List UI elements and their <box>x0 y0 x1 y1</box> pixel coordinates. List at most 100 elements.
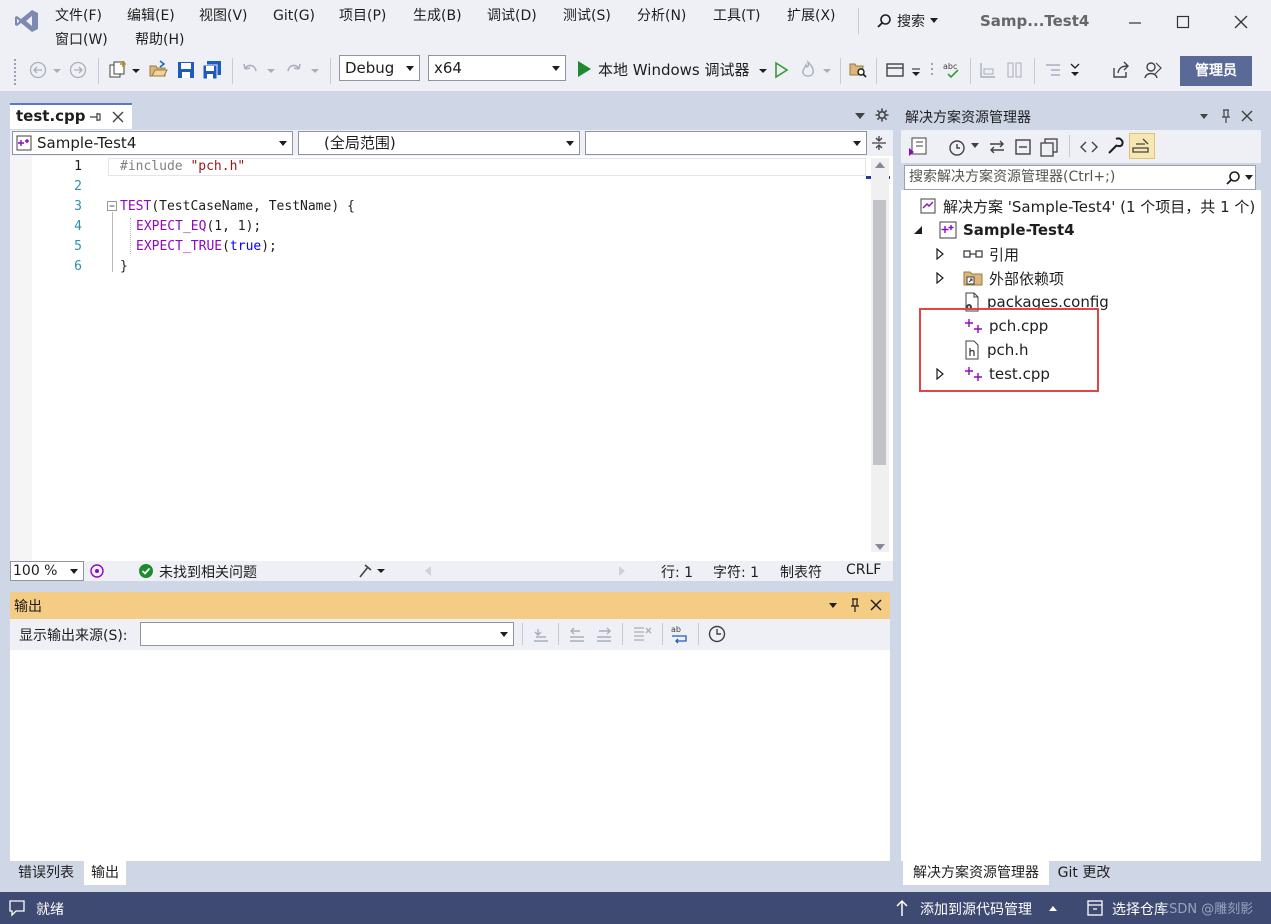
find-in-files-button[interactable] <box>848 60 868 80</box>
menu-test[interactable]: 测试(S) <box>563 6 611 26</box>
tree-item-external-dependencies[interactable]: 外部依赖项 <box>935 266 1064 290</box>
live-share-button[interactable] <box>1111 60 1131 80</box>
comment-button[interactable] <box>978 60 998 80</box>
new-project-button[interactable] <box>108 60 128 80</box>
menu-tools[interactable]: 工具(T) <box>713 6 760 26</box>
feedback-button[interactable] <box>1143 60 1163 80</box>
redo-button[interactable] <box>284 60 304 80</box>
scroll-down-icon[interactable] <box>874 542 886 552</box>
maximize-button[interactable] <box>1173 12 1193 32</box>
clock-icon[interactable] <box>707 624 727 644</box>
chevron-down-icon[interactable] <box>828 600 838 610</box>
save-button[interactable] <box>176 60 196 80</box>
line-ending-indicator[interactable]: CRLF <box>846 562 881 578</box>
debugger-dropdown[interactable] <box>758 60 768 80</box>
menu-git[interactable]: Git(G) <box>273 6 315 26</box>
notification-icon[interactable] <box>8 899 26 917</box>
undo-button[interactable] <box>240 60 260 80</box>
tab-mode-indicator[interactable]: 制表符 <box>780 562 822 582</box>
back-dropdown[interactable] <box>52 60 62 80</box>
close-icon[interactable] <box>111 110 125 124</box>
pending-changes-filter-icon[interactable] <box>947 137 967 157</box>
line-indicator[interactable]: 行: 1 <box>661 562 693 582</box>
scope-navigation-select[interactable]: (全局范围) <box>298 131 580 155</box>
undo-dropdown[interactable] <box>266 60 276 80</box>
tab-test-cpp[interactable]: test.cpp <box>10 103 132 129</box>
toolbar-grip[interactable] <box>928 60 936 80</box>
window-layout-dropdown[interactable] <box>909 60 923 80</box>
intellicode-icon[interactable] <box>89 563 105 579</box>
search-icon[interactable] <box>1225 170 1241 186</box>
member-navigation-select[interactable] <box>585 131 867 155</box>
tree-item-solution[interactable]: 解决方案 'Sample-Test4' (1 个项目，共 1 个) <box>919 194 1255 218</box>
navigate-forward-button[interactable] <box>68 60 88 80</box>
zoom-select[interactable]: 100 % <box>10 561 84 581</box>
toolbar-options-dropdown[interactable] <box>1068 60 1082 80</box>
project-navigation-select[interactable]: Sample-Test4 <box>12 131 293 155</box>
close-icon[interactable] <box>1240 109 1254 123</box>
scroll-left-icon[interactable] <box>424 566 432 576</box>
hot-reload-dropdown[interactable] <box>822 60 832 80</box>
navigate-back-button[interactable] <box>28 60 48 80</box>
start-debugging-button[interactable]: 本地 Windows 调试器 <box>576 58 750 80</box>
spell-check-button[interactable]: abc <box>942 60 962 80</box>
issues-status[interactable]: 未找到相关问题 <box>159 562 257 582</box>
gear-icon[interactable] <box>875 108 889 122</box>
close-window-button[interactable] <box>1231 12 1251 32</box>
close-icon[interactable] <box>869 598 883 612</box>
solution-explorer-search-input[interactable]: 搜索解决方案资源管理器(Ctrl+;) <box>904 165 1256 190</box>
redo-dropdown[interactable] <box>310 60 320 80</box>
save-all-button[interactable] <box>202 60 222 80</box>
scroll-right-icon[interactable] <box>618 566 626 576</box>
administrator-badge[interactable]: 管理员 <box>1180 56 1252 86</box>
properties-wrench-icon[interactable] <box>1106 136 1126 156</box>
word-wrap-icon[interactable]: ab <box>670 624 690 644</box>
menu-file[interactable]: 文件(F) <box>55 6 102 26</box>
search-button[interactable]: 搜索 <box>876 10 938 32</box>
menu-view[interactable]: 视图(V) <box>199 6 248 26</box>
chevron-down-icon[interactable] <box>971 142 979 150</box>
menu-debug[interactable]: 调试(D) <box>487 6 537 26</box>
previous-message-icon[interactable] <box>568 625 586 643</box>
chevron-down-icon[interactable] <box>1245 174 1253 182</box>
pin-icon[interactable] <box>848 597 862 613</box>
sync-with-document-icon[interactable] <box>987 137 1007 157</box>
tree-item-project[interactable]: Sample-Test4 <box>913 218 1075 242</box>
solution-configuration-select[interactable]: Debug <box>339 55 420 81</box>
tab-output[interactable]: 输出 <box>84 861 126 885</box>
menu-edit[interactable]: 编辑(E) <box>127 6 175 26</box>
char-indicator[interactable]: 字符: 1 <box>713 562 759 582</box>
find-message-icon[interactable] <box>532 625 550 643</box>
code-view-icon[interactable] <box>1079 137 1099 157</box>
show-all-files-icon[interactable] <box>1039 137 1059 157</box>
new-item-dropdown[interactable] <box>131 60 141 80</box>
menu-project[interactable]: 项目(P) <box>339 6 386 26</box>
decrease-indent-button[interactable] <box>1043 60 1063 80</box>
chevron-down-icon[interactable] <box>1199 111 1209 121</box>
code-editor[interactable]: 1 2 3 4 5 6 #include "pch.h" TEST(TestCa… <box>10 156 893 561</box>
scroll-up-icon[interactable] <box>874 160 886 170</box>
add-to-source-control-button[interactable]: 添加到源代码管理 <box>920 899 1032 919</box>
pin-icon[interactable] <box>88 110 102 124</box>
pin-icon[interactable] <box>1219 108 1233 124</box>
start-without-debugging-button[interactable] <box>771 60 791 80</box>
editor-scrollbar-thumb[interactable] <box>873 200 886 465</box>
tab-solution-explorer[interactable]: 解决方案资源管理器 <box>903 861 1049 885</box>
menu-analyze[interactable]: 分析(N) <box>637 6 686 26</box>
uncomment-button[interactable] <box>1005 60 1025 80</box>
tree-item-references[interactable]: 引用 <box>935 242 1019 266</box>
split-editor-icon[interactable] <box>872 135 886 151</box>
tab-git-changes[interactable]: Git 更改 <box>1051 861 1117 885</box>
output-source-select[interactable] <box>140 622 514 646</box>
open-file-button[interactable] <box>148 60 168 80</box>
menu-build[interactable]: 生成(B) <box>413 6 462 26</box>
tab-list-dropdown-icon[interactable] <box>854 110 866 122</box>
next-message-icon[interactable] <box>595 625 613 643</box>
tab-error-list[interactable]: 错误列表 <box>10 861 82 885</box>
solution-platform-select[interactable]: x64 <box>428 55 566 81</box>
switch-views-icon[interactable] <box>907 136 929 158</box>
clear-all-icon[interactable] <box>632 625 652 643</box>
menu-help[interactable]: 帮助(H) <box>135 30 184 50</box>
toolbar-grip[interactable] <box>14 59 18 85</box>
chevron-up-icon[interactable] <box>1048 904 1058 912</box>
